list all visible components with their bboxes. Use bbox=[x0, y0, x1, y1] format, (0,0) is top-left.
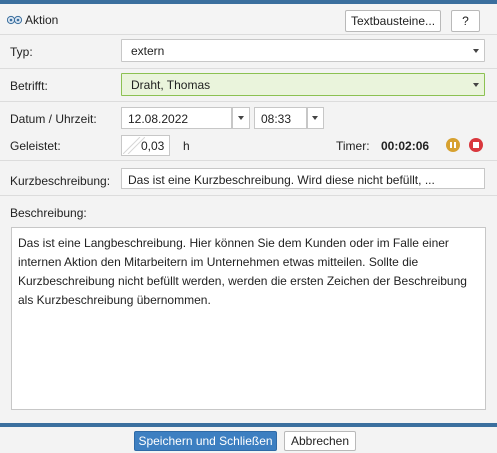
dialog-header: Aktion Textbausteine... ? bbox=[0, 4, 497, 35]
chevron-down-icon bbox=[238, 116, 244, 120]
date-value: 12.08.2022 bbox=[128, 112, 189, 126]
datum-row: Datum / Uhrzeit: 12.08.2022 08:33 bbox=[0, 102, 497, 132]
geleistet-value: 0,03 bbox=[141, 139, 165, 153]
chevron-down-icon bbox=[473, 49, 479, 53]
textbausteine-button[interactable]: Textbausteine... bbox=[345, 10, 441, 32]
kurzbeschreibung-label: Kurzbeschreibung: bbox=[10, 174, 111, 188]
save-and-close-button[interactable]: Speichern und Schließen bbox=[134, 431, 277, 451]
stop-icon[interactable] bbox=[469, 138, 483, 152]
dialog-title: Aktion bbox=[25, 13, 59, 27]
betrifft-select[interactable]: Draht, Thomas bbox=[121, 73, 485, 96]
cancel-button[interactable]: Abbrechen bbox=[284, 431, 356, 451]
beschreibung-text: Das ist eine Langbeschreibung. Hier könn… bbox=[18, 236, 467, 307]
geleistet-label: Geleistet: bbox=[10, 139, 61, 153]
pause-icon[interactable] bbox=[446, 138, 460, 152]
timer-value: 00:02:06 bbox=[381, 139, 430, 153]
typ-row: Typ: extern bbox=[0, 35, 497, 69]
typ-label: Typ: bbox=[10, 45, 33, 59]
typ-value: extern bbox=[131, 44, 165, 58]
geleistet-input[interactable]: 0,03 bbox=[121, 135, 170, 156]
typ-select[interactable]: extern bbox=[121, 39, 485, 62]
timer-label: Timer: bbox=[336, 139, 370, 153]
dialog-footer: Speichern und Schließen Abbrechen bbox=[0, 427, 497, 453]
beschreibung-label: Beschreibung: bbox=[10, 206, 87, 220]
betrifft-row: Betrifft: Draht, Thomas bbox=[0, 69, 497, 102]
kurzbeschreibung-value: Das ist eine Kurzbeschreibung. Wird dies… bbox=[128, 173, 435, 187]
time-input[interactable]: 08:33 bbox=[254, 107, 307, 129]
geleistet-row: Geleistet: 0,03 h Timer: 00:02:06 bbox=[0, 132, 497, 161]
betrifft-value: Draht, Thomas bbox=[131, 78, 211, 92]
kurzbeschreibung-row: Kurzbeschreibung: Das ist eine Kurzbesch… bbox=[0, 161, 497, 196]
date-dropdown-button[interactable] bbox=[232, 107, 250, 129]
date-input[interactable]: 12.08.2022 bbox=[121, 107, 232, 129]
datum-label: Datum / Uhrzeit: bbox=[10, 112, 97, 126]
betrifft-label: Betrifft: bbox=[10, 79, 48, 93]
help-button[interactable]: ? bbox=[451, 10, 480, 32]
geleistet-unit: h bbox=[183, 139, 190, 153]
aktion-icon bbox=[7, 15, 23, 25]
kurzbeschreibung-input[interactable]: Das ist eine Kurzbeschreibung. Wird dies… bbox=[121, 168, 485, 189]
beschreibung-textarea[interactable]: Das ist eine Langbeschreibung. Hier könn… bbox=[11, 227, 486, 410]
chevron-down-icon bbox=[312, 116, 318, 120]
chevron-down-icon bbox=[473, 83, 479, 87]
time-value: 08:33 bbox=[261, 112, 292, 126]
time-dropdown-button[interactable] bbox=[307, 107, 324, 129]
